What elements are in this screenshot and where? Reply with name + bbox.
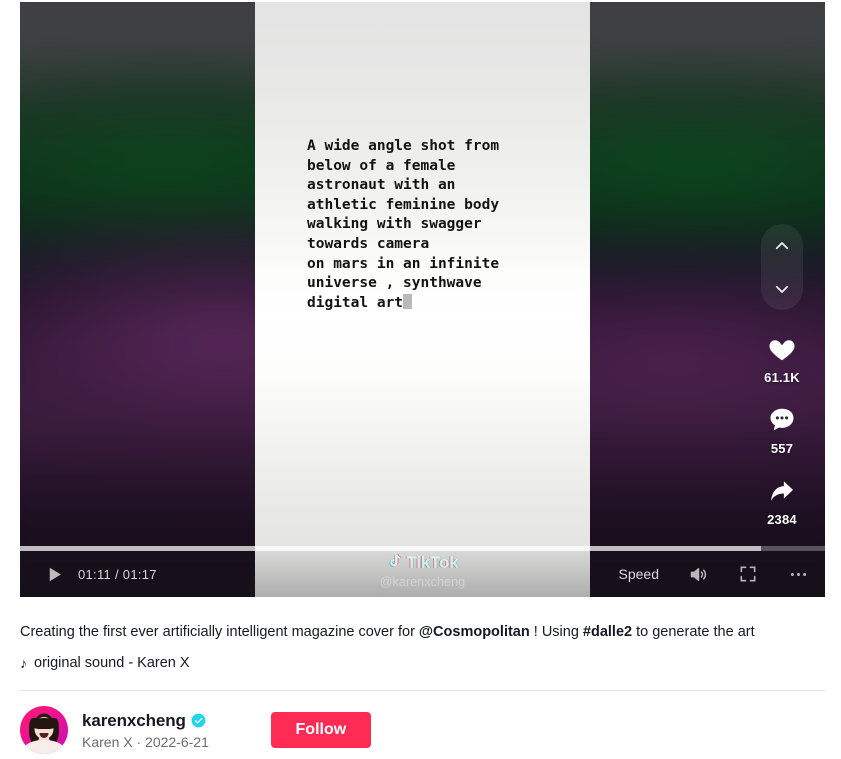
video-player[interactable]: A wide angle shot from below of a female… <box>20 2 825 597</box>
author-username[interactable]: karenxcheng <box>82 711 186 731</box>
like-count: 61.1K <box>764 370 800 385</box>
text-caret <box>403 293 413 309</box>
video-surface[interactable]: A wide angle shot from below of a female… <box>255 2 590 597</box>
author-meta: karenxcheng Karen X · 2022-6-21 <box>82 711 209 750</box>
speed-button[interactable]: Speed <box>619 566 659 582</box>
prompt-body: A wide angle shot from below of a female… <box>307 138 500 311</box>
video-nav-pill[interactable] <box>761 224 803 310</box>
comment-icon[interactable] <box>765 403 799 437</box>
controls-right-group: Speed <box>619 563 809 585</box>
timecode-label: 01:11 / 01:17 <box>78 566 157 582</box>
author-subtitle: Karen X · 2022-6-21 <box>82 733 209 750</box>
author-row: karenxcheng Karen X · 2022-6-21 Follow <box>20 706 825 754</box>
share-count: 2384 <box>767 512 797 527</box>
section-divider <box>20 690 825 691</box>
avatar-body <box>24 740 64 754</box>
verified-badge-icon <box>191 713 206 728</box>
music-title: original sound - Karen X <box>34 655 190 671</box>
avatar[interactable] <box>20 706 68 754</box>
player-controls: 01:11 / 01:17 Speed <box>20 551 825 597</box>
heart-icon[interactable] <box>765 332 799 366</box>
like-button[interactable]: 61.1K <box>764 332 800 385</box>
share-icon[interactable] <box>765 474 799 508</box>
caption-mention-link[interactable]: @Cosmopolitan <box>419 624 530 640</box>
caption-text-part2: ! Using <box>529 624 583 640</box>
music-info[interactable]: ♪ original sound - Karen X <box>20 655 190 671</box>
avatar-fringe <box>32 717 56 729</box>
comment-button[interactable]: 557 <box>765 403 799 456</box>
action-rail: 61.1K 557 2384 <box>755 224 809 545</box>
fullscreen-icon[interactable] <box>737 563 759 585</box>
caption-text-part3: to generate the art <box>632 624 755 640</box>
video-caption: Creating the first ever artificially int… <box>20 622 825 642</box>
username-line: karenxcheng <box>82 711 209 731</box>
video-prompt-text: A wide angle shot from below of a female… <box>307 137 557 313</box>
follow-button[interactable]: Follow <box>270 712 371 748</box>
chevron-down-icon[interactable] <box>773 280 791 298</box>
tiktok-video-page: A wide angle shot from below of a female… <box>0 0 841 759</box>
chevron-up-icon[interactable] <box>773 237 791 255</box>
caption-text-part1: Creating the first ever artificially int… <box>20 624 419 640</box>
share-button[interactable]: 2384 <box>765 474 799 527</box>
more-options-icon[interactable] <box>787 563 809 585</box>
caption-hashtag-link[interactable]: #dalle2 <box>583 624 632 640</box>
play-icon[interactable] <box>44 563 64 585</box>
music-note-icon: ♪ <box>20 655 27 671</box>
comment-count: 557 <box>770 441 794 456</box>
volume-icon[interactable] <box>687 563 709 585</box>
